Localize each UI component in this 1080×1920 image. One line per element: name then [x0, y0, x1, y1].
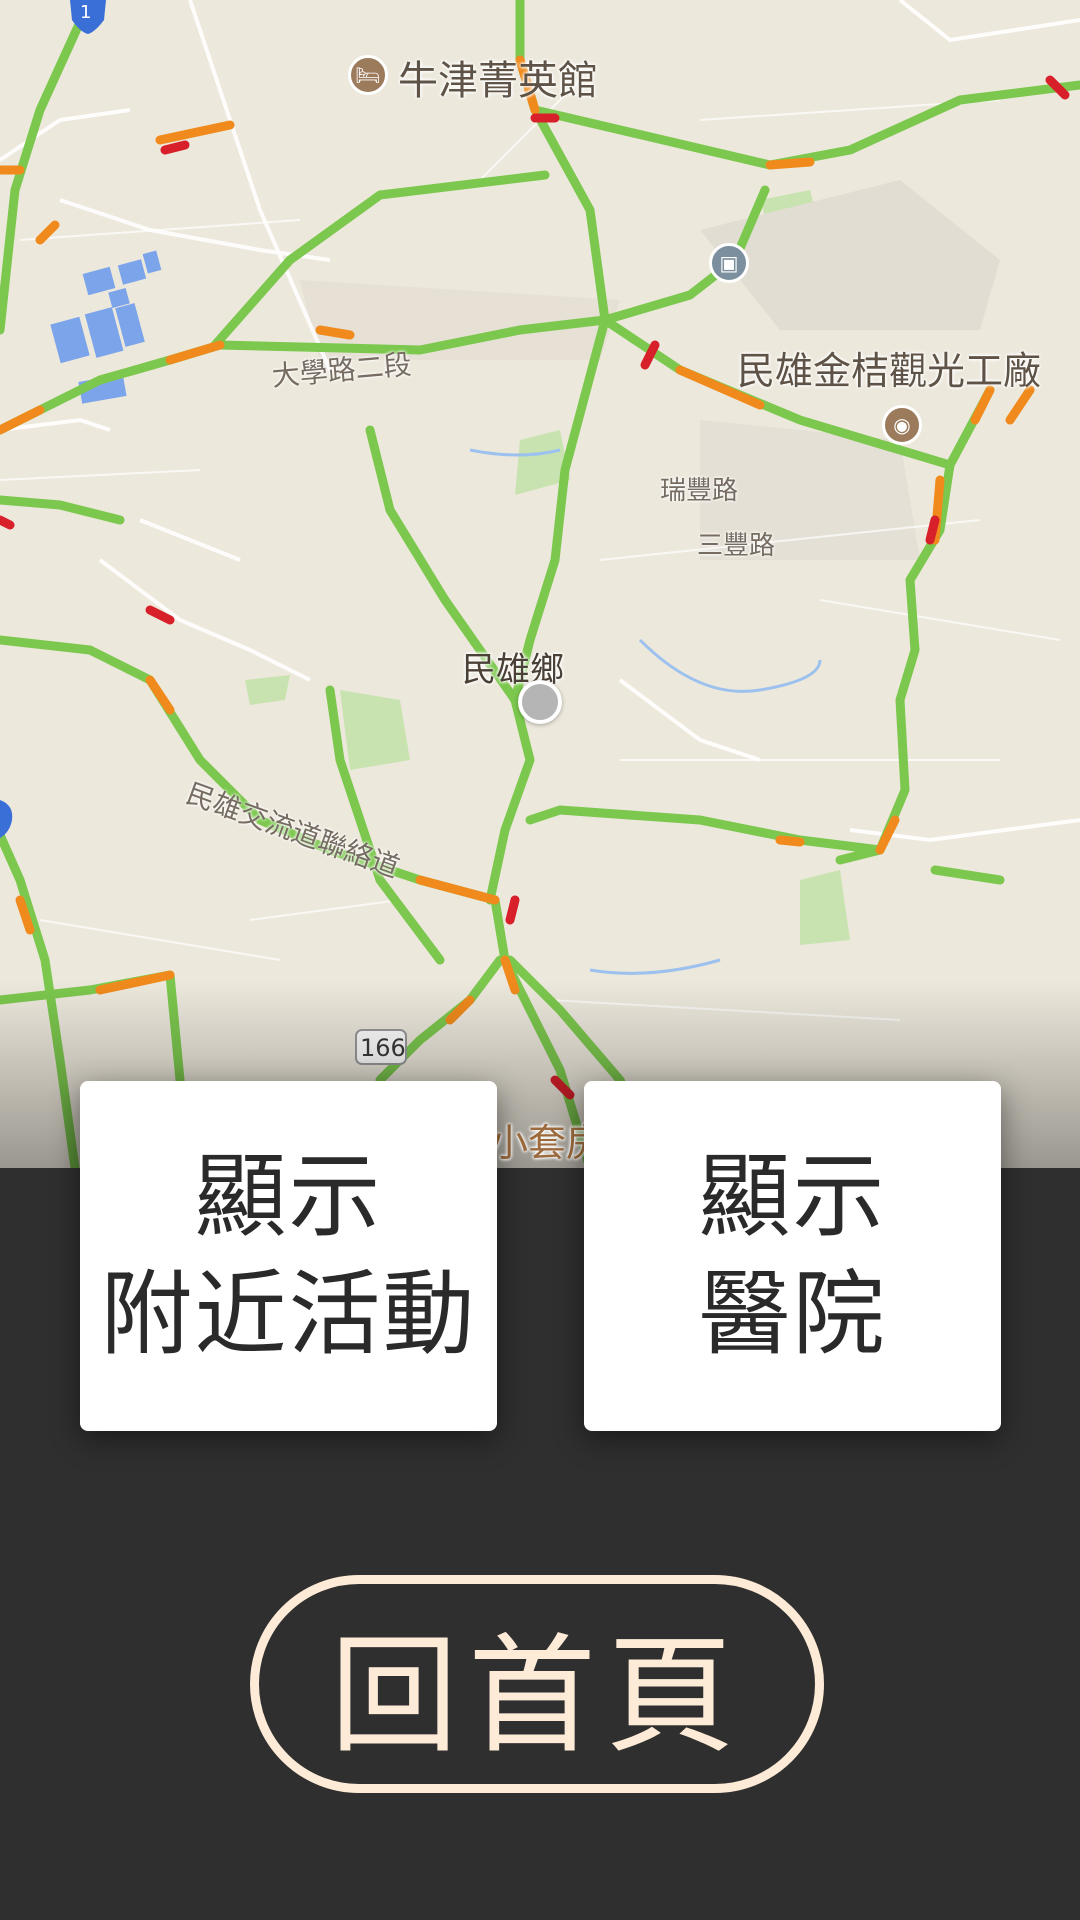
home-button-label: 回首頁 — [329, 1621, 744, 1771]
map-view[interactable]: 1 🛏 牛津菁英館 ▣ 民雄金桔觀光工廠 ◉ 瑞豐路 三豐路 大學路二段 民雄鄉… — [0, 0, 1080, 1168]
road-label-ruifeng: 瑞豐路 — [660, 476, 739, 506]
location-dot-icon — [518, 680, 562, 724]
hospitals-line1: 顯示 — [698, 1143, 887, 1250]
factory-label[interactable]: 民雄金桔觀光工廠 — [737, 340, 1041, 395]
camera-icon[interactable]: ◉ — [882, 405, 922, 445]
hotel-label[interactable]: 牛津菁英館 — [398, 48, 598, 106]
nearby-events-line2: 附近活動 — [100, 1261, 477, 1368]
route-shield-label: 166 — [360, 1034, 406, 1062]
nearby-events-line1: 顯示 — [194, 1143, 383, 1250]
show-hospitals-button[interactable]: 顯示 醫院 — [584, 1081, 1001, 1431]
hotel-icon[interactable]: 🛏 — [348, 55, 388, 95]
map-canvas — [0, 0, 1080, 1168]
hospitals-line2: 醫院 — [698, 1261, 887, 1368]
home-button[interactable]: 回首頁 — [250, 1575, 824, 1793]
highway-shield-label: 1 — [80, 2, 92, 23]
show-nearby-events-button[interactable]: 顯示 附近活動 — [80, 1081, 497, 1431]
road-label-sanfeng: 三豐路 — [697, 531, 776, 561]
briefcase-icon[interactable]: ▣ — [709, 243, 749, 283]
